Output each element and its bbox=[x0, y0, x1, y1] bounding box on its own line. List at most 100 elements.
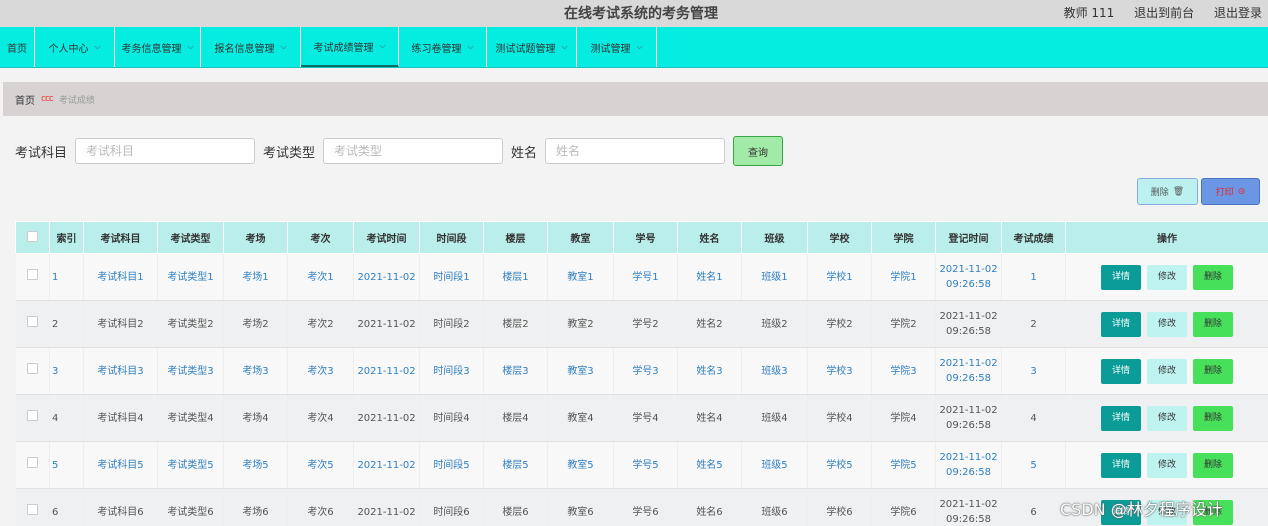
edit-button[interactable]: 修改 bbox=[1147, 452, 1187, 478]
print-label: 打印 bbox=[1215, 188, 1234, 198]
batch-delete-label: 删除 bbox=[1150, 188, 1169, 198]
name-input[interactable] bbox=[545, 138, 726, 164]
table-cell: 楼层2 bbox=[483, 300, 548, 348]
nav-item-3[interactable]: 报名信息管理 ⌵ bbox=[201, 27, 301, 67]
table-cell: 1 bbox=[49, 253, 84, 301]
back-to-front-link[interactable]: 退出到前台 bbox=[1134, 6, 1194, 20]
table-cell: 教室6 bbox=[547, 488, 614, 526]
nav-item-5[interactable]: 练习卷管理 ⌵ bbox=[399, 27, 487, 67]
table-cell: 学号5 bbox=[613, 441, 678, 489]
breadcrumb: 首页 ccc 考试成绩 bbox=[3, 82, 1268, 116]
table-cell: 2021-11-02 09:26:58 bbox=[935, 488, 1002, 526]
table-cell: 楼层4 bbox=[483, 394, 548, 442]
nav-item-label: 考试成绩管理 bbox=[313, 42, 374, 54]
column-header: 学院 bbox=[871, 221, 936, 254]
table-cell: 学号4 bbox=[613, 394, 678, 442]
table-cell: 学校3 bbox=[807, 347, 872, 395]
chevron-down-icon: ⌵ bbox=[94, 42, 101, 51]
column-header: 考场 bbox=[223, 221, 288, 254]
table-cell: 3 bbox=[49, 347, 84, 395]
detail-button[interactable]: 详情 bbox=[1101, 311, 1141, 337]
table-cell: 学校1 bbox=[807, 253, 872, 301]
table-cell: 姓名4 bbox=[677, 394, 742, 442]
table-row: 5 考试科目5 考试类型5 考场5 考次5 2021-11-02 时间段5 楼层5 教室5 学号5… bbox=[15, 441, 1268, 489]
edit-button[interactable]: 修改 bbox=[1147, 264, 1187, 290]
row-select-cell bbox=[15, 394, 50, 442]
delete-button[interactable]: 删除 bbox=[1193, 264, 1233, 290]
chevron-down-icon: ⌵ bbox=[561, 42, 568, 51]
row-checkbox[interactable] bbox=[26, 269, 38, 280]
table-cell: 教室3 bbox=[547, 347, 614, 395]
detail-button[interactable]: 详情 bbox=[1101, 405, 1141, 431]
table-cell: 考试科目3 bbox=[83, 347, 158, 395]
subject-input[interactable] bbox=[75, 138, 256, 164]
nav-item-4[interactable]: 考试成绩管理 ⌵ bbox=[301, 27, 399, 67]
edit-button[interactable]: 修改 bbox=[1147, 311, 1187, 337]
table-cell: 3 bbox=[1001, 347, 1066, 395]
subject-label: 考试科目 bbox=[15, 145, 68, 161]
column-header: 考试成绩 bbox=[1001, 221, 1066, 254]
logout-link[interactable]: 退出登录 bbox=[1214, 6, 1262, 20]
row-select-cell bbox=[15, 441, 50, 489]
nav-item-6[interactable]: 测试试题管理 ⌵ bbox=[487, 27, 577, 67]
delete-button[interactable]: 删除 bbox=[1193, 358, 1233, 384]
query-button[interactable]: 查询 bbox=[733, 136, 784, 166]
trash-icon: 🗑 bbox=[1172, 186, 1185, 197]
table-cell: 5 bbox=[1001, 441, 1066, 489]
table-cell: 2 bbox=[1001, 300, 1066, 348]
nav-item-7[interactable]: 测试管理 ⌵ bbox=[577, 27, 657, 67]
scores-table-wrapper: 索引 考试科目 考试类型 考场 考次 考试时间 时间段 楼层 教室 学号 姓名 班级 学校 学院 登记时间考… bbox=[15, 221, 1268, 526]
column-header: 考试科目 bbox=[83, 221, 158, 254]
breadcrumb-current: 考试成绩 bbox=[58, 95, 95, 106]
edit-button[interactable]: 修改 bbox=[1147, 405, 1187, 431]
table-cell: 学院1 bbox=[871, 253, 936, 301]
table-cell: 学号3 bbox=[613, 347, 678, 395]
column-header: 考次 bbox=[287, 221, 354, 254]
nav-item-2[interactable]: 考务信息管理 ⌵ bbox=[115, 27, 201, 67]
column-header: 考试类型 bbox=[157, 221, 224, 254]
detail-button[interactable]: 详情 bbox=[1101, 452, 1141, 478]
breadcrumb-home[interactable]: 首页 bbox=[15, 92, 35, 107]
table-cell: 教室5 bbox=[547, 441, 614, 489]
table-cell: 考场5 bbox=[223, 441, 288, 489]
table-cell: 班级3 bbox=[741, 347, 808, 395]
detail-button[interactable]: 详情 bbox=[1101, 358, 1141, 384]
chevron-down-icon: ⌵ bbox=[636, 42, 643, 51]
table-cell: 5 bbox=[49, 441, 84, 489]
select-all-checkbox[interactable] bbox=[27, 230, 38, 242]
delete-button[interactable]: 删除 bbox=[1193, 405, 1233, 431]
row-checkbox[interactable] bbox=[26, 457, 38, 468]
table-cell: 学院5 bbox=[871, 441, 936, 489]
table-cell: 考次3 bbox=[287, 347, 354, 395]
nav-item-0[interactable]: 首页 bbox=[0, 27, 35, 67]
detail-button[interactable]: 详情 bbox=[1101, 264, 1141, 290]
delete-button[interactable]: 删除 bbox=[1193, 452, 1233, 478]
table-cell: 班级1 bbox=[741, 253, 808, 301]
table-cell: 楼层1 bbox=[483, 253, 548, 301]
table-cell: 2021-11-02 bbox=[353, 253, 420, 301]
nav-item-label: 报名信息管理 bbox=[214, 43, 275, 55]
edit-button[interactable]: 修改 bbox=[1147, 358, 1187, 384]
table-cell: 学校2 bbox=[807, 300, 872, 348]
row-checkbox[interactable] bbox=[26, 504, 38, 515]
nav-item-1[interactable]: 个人中心 ⌵ bbox=[35, 27, 115, 67]
table-cell: 时间段4 bbox=[419, 394, 484, 442]
row-actions: 详情 修改 删除 bbox=[1065, 441, 1268, 489]
table-cell: 考场1 bbox=[223, 253, 288, 301]
row-checkbox[interactable] bbox=[26, 316, 38, 327]
table-cell: 时间段1 bbox=[419, 253, 484, 301]
print-button[interactable]: 打印 ⊝ bbox=[1201, 178, 1260, 205]
batch-delete-button[interactable]: 删除 🗑 bbox=[1137, 178, 1198, 205]
table-cell: 考试类型5 bbox=[157, 441, 224, 489]
table-cell: 2021-11-02 09:26:58 bbox=[935, 441, 1002, 489]
table-row: 4 考试科目4 考试类型4 考场4 考次4 2021-11-02 时间段4 楼层4 教室4 学号4… bbox=[15, 394, 1268, 442]
row-checkbox[interactable] bbox=[26, 410, 38, 421]
scores-table: 索引 考试科目 考试类型 考场 考次 考试时间 时间段 楼层 教室 学号 姓名 班级 学校 学院 登记时间考… bbox=[15, 221, 1268, 526]
nav-item-label: 测试试题管理 bbox=[495, 43, 556, 55]
table-cell: 姓名2 bbox=[677, 300, 742, 348]
row-checkbox[interactable] bbox=[26, 363, 38, 374]
type-input[interactable] bbox=[323, 138, 504, 164]
table-cell: 楼层3 bbox=[483, 347, 548, 395]
table-cell: 教室4 bbox=[547, 394, 614, 442]
delete-button[interactable]: 删除 bbox=[1193, 311, 1233, 337]
